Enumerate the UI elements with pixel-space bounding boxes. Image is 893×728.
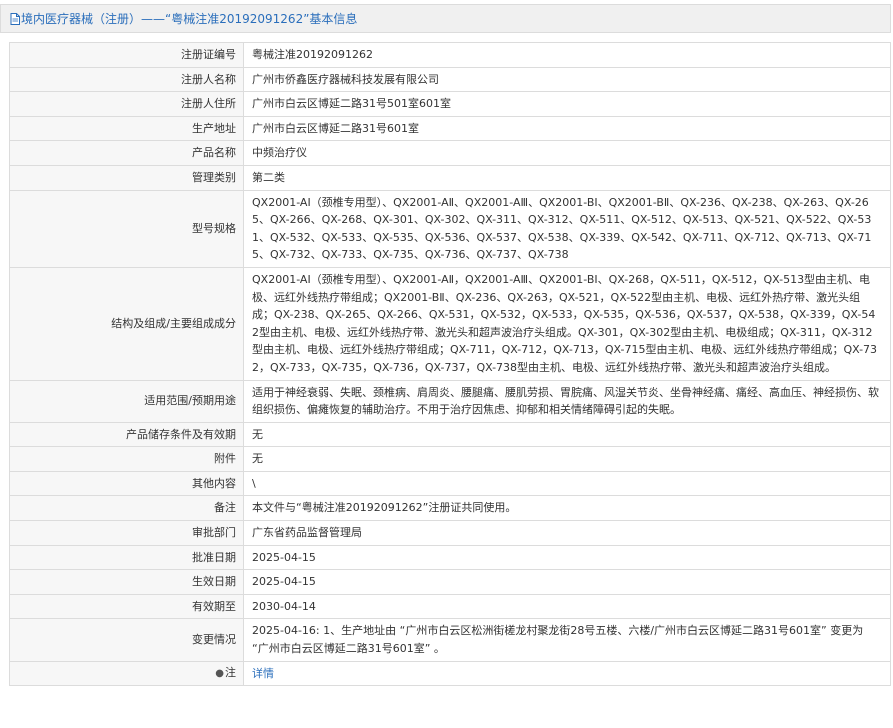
document-icon [10, 12, 20, 25]
label-approval-dept: 审批部门 [9, 520, 244, 546]
row-registrant-address: 注册人住所 广州市白云区博延二路31号501室601室 [9, 91, 891, 117]
value-registrant-address: 广州市白云区博延二路31号501室601室 [243, 91, 891, 117]
row-approval-dept: 审批部门 广东省药品监督管理局 [9, 520, 891, 546]
label-storage: 产品储存条件及有效期 [9, 421, 244, 448]
label-reg-no: 注册证编号 [9, 42, 244, 68]
value-product-name: 中频治疗仪 [243, 140, 891, 166]
row-approval-date: 批准日期 2025-04-15 [9, 544, 891, 571]
page-title-wrap: 境内医疗器械（注册）——“粤械注准20192091262”基本信息 [1, 10, 357, 27]
label-model-spec: 型号规格 [9, 189, 244, 268]
label-registrant-name: 注册人名称 [9, 66, 244, 93]
value-changes: 2025-04-16: 1、生产地址由 “广州市白云区松洲街槎龙村聚龙街28号五… [243, 618, 891, 662]
label-production-address: 生产地址 [9, 115, 244, 142]
row-effective-date: 生效日期 2025-04-15 [9, 569, 891, 595]
row-model-spec: 型号规格 QX2001-AI（颈椎专用型）、QX2001-AⅡ、QX2001-A… [9, 189, 891, 268]
label-accessories: 附件 [9, 446, 244, 472]
label-other: 其他内容 [9, 470, 244, 497]
value-reg-no: 粤械注准20192091262 [243, 42, 891, 68]
details-link[interactable]: 详情 [252, 667, 274, 680]
row-other: 其他内容 \ [9, 470, 891, 497]
row-registrant-name: 注册人名称 广州市侨鑫医疗器械科技发展有限公司 [9, 66, 891, 93]
value-storage: 无 [243, 421, 891, 448]
value-model-spec: QX2001-AI（颈椎专用型）、QX2001-AⅡ、QX2001-AⅢ、QX2… [243, 189, 891, 268]
page-title: 境内医疗器械（注册）——“粤械注准20192091262”基本信息 [21, 12, 358, 26]
page: 境内医疗器械（注册）——“粤械注准20192091262”基本信息 注册证编号 … [0, 0, 893, 728]
value-approval-dept: 广东省药品监督管理局 [243, 520, 891, 546]
row-storage: 产品储存条件及有效期 无 [9, 421, 891, 448]
value-remark: 本文件与“粤械注准20192091262”注册证共同使用。 [243, 495, 891, 522]
label-approval-date: 批准日期 [9, 544, 244, 571]
row-product-name: 产品名称 中频治疗仪 [9, 140, 891, 166]
value-registrant-name: 广州市侨鑫医疗器械科技发展有限公司 [243, 66, 891, 93]
row-remark: 备注 本文件与“粤械注准20192091262”注册证共同使用。 [9, 495, 891, 522]
page-header: 境内医疗器械（注册）——“粤械注准20192091262”基本信息 [0, 4, 891, 33]
row-scope: 适用范围/预期用途 适用于神经衰弱、失眠、颈椎病、肩周炎、腰腿痛、腰肌劳损、胃脘… [9, 379, 891, 423]
label-structure: 结构及组成/主要组成成分 [9, 266, 244, 381]
value-approval-date: 2025-04-15 [243, 544, 891, 571]
value-note-cell: 详情 [243, 660, 891, 687]
value-structure: QX2001-AI（颈椎专用型）、QX2001-AⅡ，QX2001-AⅢ、QX2… [243, 266, 891, 381]
pin-icon: ● [215, 668, 224, 680]
label-expiry-date: 有效期至 [9, 593, 244, 620]
label-changes: 变更情况 [9, 618, 244, 662]
value-management-class: 第二类 [243, 164, 891, 191]
value-scope: 适用于神经衰弱、失眠、颈椎病、肩周炎、腰腿痛、腰肌劳损、胃脘痛、风湿关节炎、坐骨… [243, 379, 891, 423]
row-structure: 结构及组成/主要组成成分 QX2001-AI（颈椎专用型）、QX2001-AⅡ，… [9, 266, 891, 381]
row-expiry-date: 有效期至 2030-04-14 [9, 593, 891, 620]
value-effective-date: 2025-04-15 [243, 569, 891, 595]
label-note-cell: ●注 [9, 660, 244, 687]
row-note: ●注 详情 [9, 660, 891, 687]
label-effective-date: 生效日期 [9, 569, 244, 595]
row-production-address: 生产地址 广州市白云区博延二路31号601室 [9, 115, 891, 142]
value-production-address: 广州市白云区博延二路31号601室 [243, 115, 891, 142]
value-accessories: 无 [243, 446, 891, 472]
row-changes: 变更情况 2025-04-16: 1、生产地址由 “广州市白云区松洲街槎龙村聚龙… [9, 618, 891, 662]
row-accessories: 附件 无 [9, 446, 891, 472]
label-product-name: 产品名称 [9, 140, 244, 166]
row-reg-no: 注册证编号 粤械注准20192091262 [9, 42, 891, 68]
label-scope: 适用范围/预期用途 [9, 379, 244, 423]
label-management-class: 管理类别 [9, 164, 244, 191]
label-registrant-address: 注册人住所 [9, 91, 244, 117]
value-other: \ [243, 470, 891, 497]
label-note: 注 [225, 666, 236, 680]
info-table: 注册证编号 粤械注准20192091262 注册人名称 广州市侨鑫医疗器械科技发… [9, 42, 891, 687]
value-expiry-date: 2030-04-14 [243, 593, 891, 620]
row-management-class: 管理类别 第二类 [9, 164, 891, 191]
label-remark: 备注 [9, 495, 244, 522]
